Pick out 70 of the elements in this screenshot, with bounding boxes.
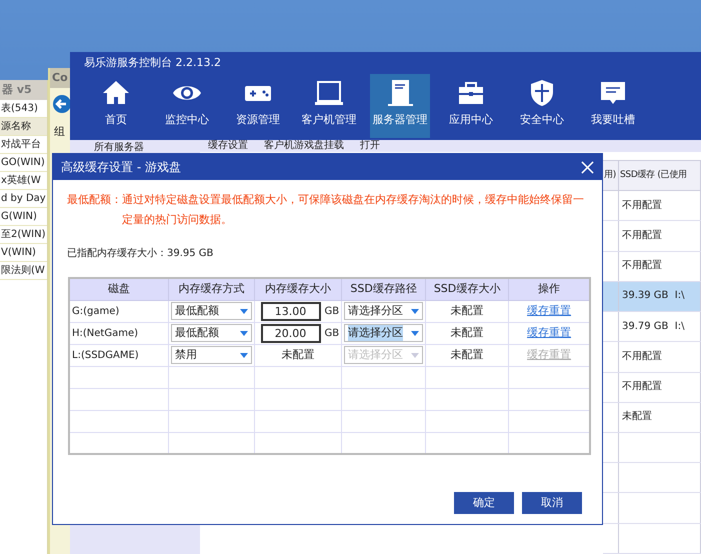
nav-tab[interactable]: 应用中心 [441,74,501,138]
caret-icon [240,330,248,336]
note-text: 通过对特定磁盘设置最低配额大小，可保障该磁盘在内存缓存淘汰的时候，缓存中能始终保留一定量的热门访问数据。 [122,192,585,228]
address-label: 组 [53,124,66,140]
monitor-icon [314,78,344,108]
window-title: 器 v5 [0,80,47,100]
confirm-button[interactable]: 确定 [454,492,514,514]
caret-icon [411,330,419,336]
dropdown[interactable]: 禁用 [170,346,252,364]
table-cell: 不用配置 [622,350,662,362]
toolbar-item[interactable]: 缓存设置 [208,140,248,152]
dropdown[interactable]: 请选择分区 [344,324,423,342]
nav-tab[interactable]: 资源管理 [228,74,288,138]
list-item[interactable]: V(WIN) [0,244,47,262]
table-cell: 未配置 [622,411,652,422]
table-cell: G:(game) [72,306,120,316]
nav-tab[interactable]: 监控中心 [157,74,217,138]
table-cell: 不用配置 [622,381,662,392]
table-cell: 39.79 GB I:\ [622,320,684,332]
column-header: 磁盘 [108,282,130,295]
table-cell: 不用配置 [622,230,662,242]
caret-icon [240,308,248,314]
column-header: 源名称 [0,118,47,136]
toolbar-item[interactable]: 打开 [360,140,380,152]
size-input[interactable]: 13.00 [260,302,321,320]
list-item[interactable]: 至2(WIN) [0,226,47,244]
nav-tab[interactable]: 服务器管理 [370,74,430,138]
nav-tab[interactable]: 客户机管理 [299,74,359,138]
table-cell: 未配置 [450,326,484,339]
table-cell: 未配置 [450,304,484,317]
column-header: SSD缓存路径 [350,282,417,295]
column-header: SSD缓存大小 [434,282,500,295]
size-input[interactable]: 20.00 [260,324,321,342]
column-header: 操作 [538,282,560,295]
column-header: 用) [602,160,618,191]
sidebar-item[interactable]: 所有服务器 [70,140,200,155]
dropdown[interactable]: 请选择分区 [344,302,423,320]
caret-icon [240,352,248,358]
dropdown[interactable]: 最低配额 [170,302,252,320]
list-item[interactable]: x英雄(W [0,172,47,190]
list-item[interactable]: d by Day [0,190,47,208]
list-item[interactable]: 对战平台 [0,136,47,154]
close-icon[interactable] [581,160,594,174]
list-item[interactable]: GO(WIN) [0,154,47,172]
table-cell: 未配置 [281,348,314,361]
nav-tab[interactable]: 我要吐槽 [583,74,643,138]
caret-icon [411,352,419,358]
assigned-size: 已指配内存缓存大小：39.95 GB [67,246,214,261]
caret-icon [411,308,419,314]
table-cell: 不用配置 [622,200,662,211]
unit-label: GB [324,304,340,318]
table-cell: H:(NetGame) [72,328,138,338]
nav-tab[interactable]: 安全中心 [512,74,572,138]
cancel-button[interactable]: 取消 [522,492,582,514]
app-title: 易乐游服务控制台 2.2.13.2 [83,55,222,71]
column-header: 内存缓存大小 [264,282,331,295]
nav-tab[interactable]: 首页 [86,74,146,138]
list-item[interactable]: 限法则(W [0,262,47,280]
table-cell: 未配置 [450,348,484,361]
table-cell: L:(SSDGAME) [72,350,139,360]
note-label: 最低配额： [67,192,122,208]
table-cell: 39.39 GB I:\ [622,290,684,302]
table-cell: 不用配置 [622,260,662,272]
dropdown[interactable]: 最低配额 [170,324,252,342]
column-header: 内存缓存方式 [178,282,244,295]
list-item[interactable]: G(WIN) [0,208,47,226]
column-header: SSD缓存 (已使用 [618,160,700,191]
dialog-title: 高级缓存设置 - 游戏盘 [61,159,181,176]
unit-label: GB [324,326,340,340]
document-icon [385,78,415,108]
